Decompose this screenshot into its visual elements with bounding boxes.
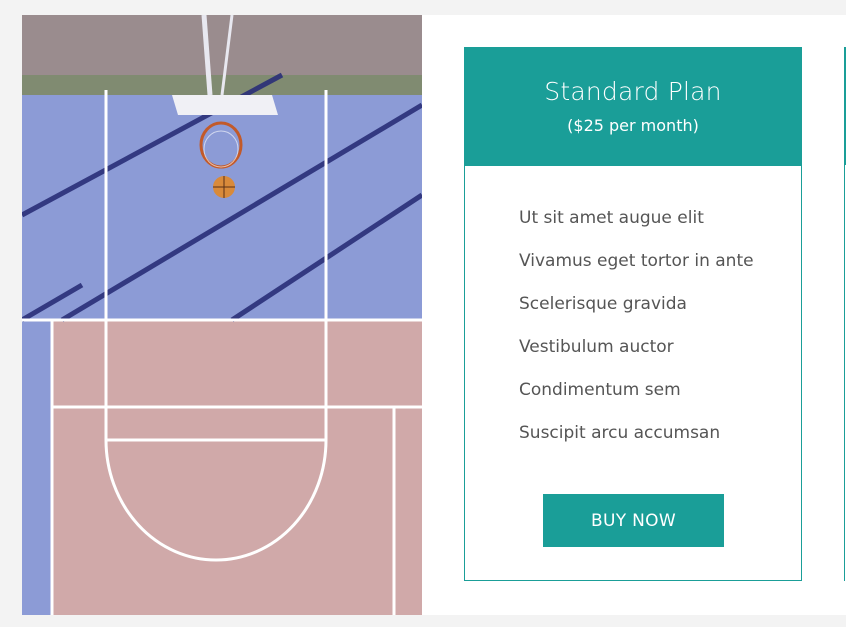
plan-name: Standard Plan: [544, 77, 722, 106]
feature-item: Ut sit amet augue elit: [519, 208, 704, 228]
feature-item: Scelerisque gravida: [519, 294, 687, 314]
pricing-card: Standard Plan ($25 per month) Ut sit ame…: [464, 47, 802, 581]
feature-item: Suscipit arcu accumsan: [519, 423, 721, 443]
plan-price: ($25 per month): [567, 116, 699, 135]
feature-list: Ut sit amet augue elit Vivamus eget tort…: [519, 208, 754, 466]
pricing-card-header: Standard Plan ($25 per month): [465, 48, 801, 166]
pricing-section: Standard Plan ($25 per month) Ut sit ame…: [22, 15, 846, 615]
basketball-court-image: [22, 15, 422, 615]
basketball-court-illustration: [22, 15, 422, 615]
feature-item: Vestibulum auctor: [519, 337, 674, 357]
feature-item: Condimentum sem: [519, 380, 681, 400]
feature-item: Vivamus eget tortor in ante: [519, 251, 754, 271]
buy-now-button[interactable]: BUY NOW: [543, 494, 724, 547]
